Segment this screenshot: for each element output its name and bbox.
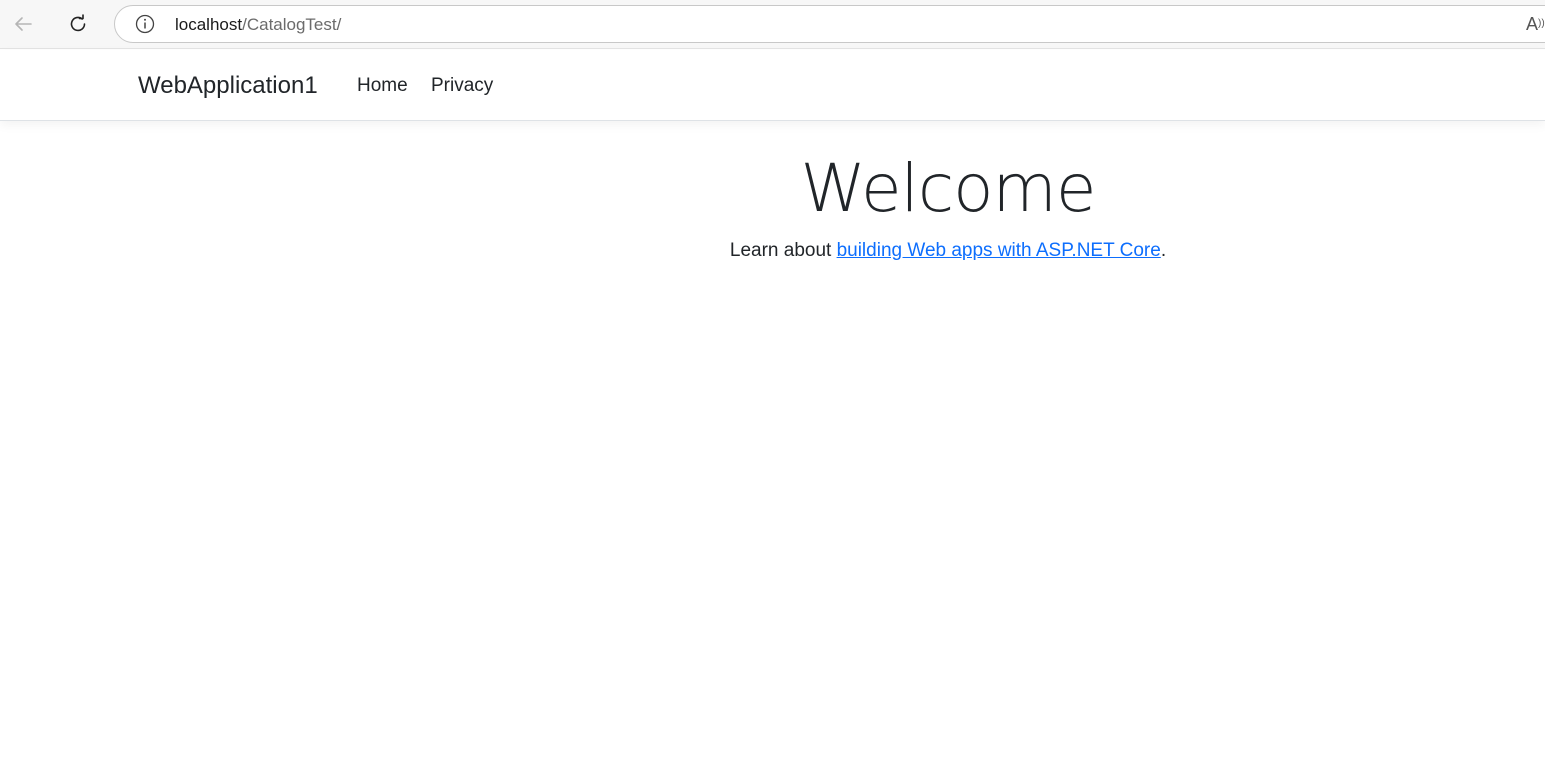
learn-suffix: . xyxy=(1160,240,1167,261)
site-navbar: WebApplication1 Home Privacy xyxy=(0,50,1545,121)
learn-prefix: Learn about xyxy=(729,240,837,261)
nav-link-privacy[interactable]: Privacy xyxy=(431,73,493,99)
learn-link[interactable]: building Web apps with ASP.NET Core xyxy=(837,240,1161,261)
read-aloud-icon[interactable]: A)) xyxy=(1526,14,1545,34)
read-aloud-glyph: A xyxy=(1526,14,1539,34)
address-bar[interactable]: localhost/CatalogTest/ A)) xyxy=(114,5,1545,43)
learn-paragraph: Learn about building Web apps with ASP.N… xyxy=(0,238,1545,264)
brand-link[interactable]: WebApplication1 xyxy=(138,70,318,102)
main-content: Welcome Learn about building Web apps wi… xyxy=(0,121,1545,767)
reload-icon xyxy=(70,14,86,32)
page-title: Welcome xyxy=(800,150,1097,227)
back-arrow-icon xyxy=(15,17,32,31)
url-text[interactable]: localhost/CatalogTest/ xyxy=(175,15,341,35)
browser-toolbar: localhost/CatalogTest/ A)) xyxy=(0,0,1545,49)
reload-button[interactable] xyxy=(63,9,93,39)
url-path: /CatalogTest/ xyxy=(242,15,342,34)
url-host: localhost xyxy=(175,15,243,34)
info-icon[interactable] xyxy=(135,14,155,34)
back-button[interactable] xyxy=(8,9,38,39)
nav-link-home[interactable]: Home xyxy=(357,73,408,99)
